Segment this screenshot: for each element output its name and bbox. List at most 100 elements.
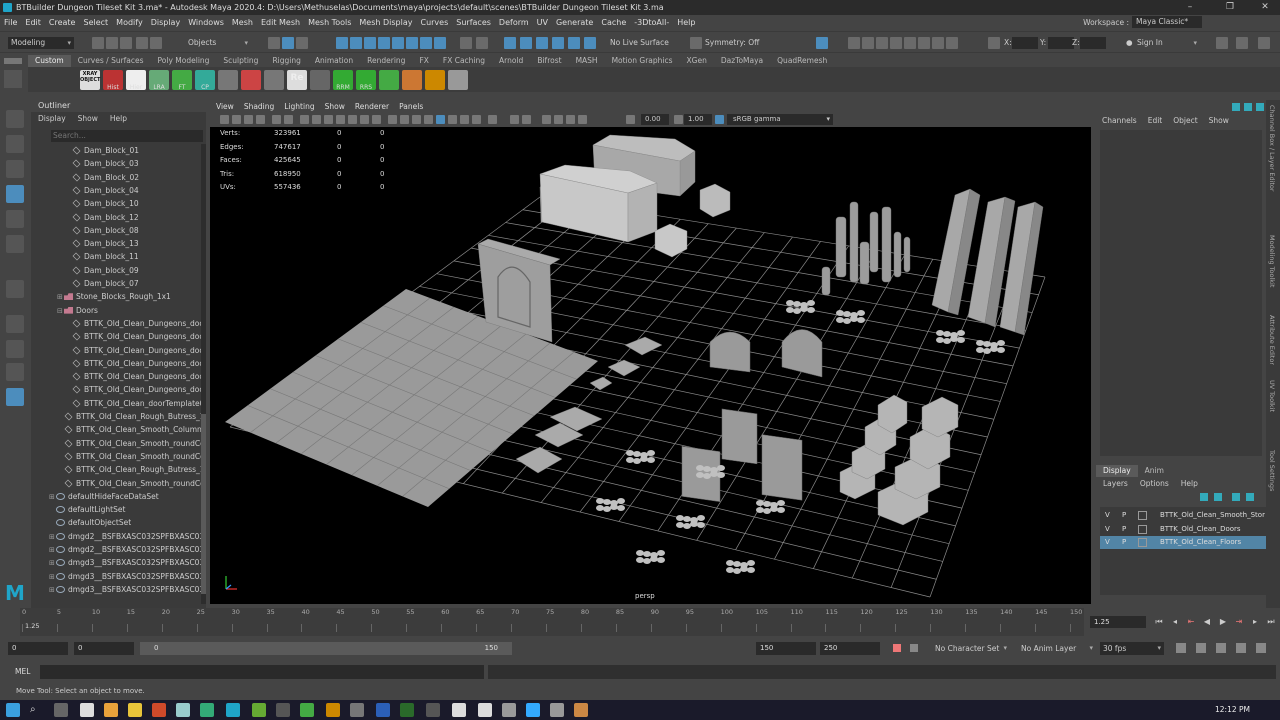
outliner-item[interactable]: Dam_block_13 [65, 237, 139, 250]
viewport-menu-view[interactable]: View [210, 100, 238, 113]
outliner-item[interactable]: Dam_block_08 [65, 224, 139, 237]
brave-icon[interactable] [152, 703, 166, 717]
command-input[interactable] [40, 665, 484, 679]
shelf-tab-mash[interactable]: MASH [569, 55, 605, 67]
expand-icon[interactable]: ⊟ [57, 305, 64, 318]
gamma-icon[interactable] [674, 115, 683, 124]
layer-visibility-toggle[interactable]: V [1105, 509, 1110, 522]
shelf-tab-sculpting[interactable]: Sculpting [216, 55, 265, 67]
layer-color-swatch[interactable] [1138, 538, 1147, 547]
outliner-item[interactable]: ⊞ Stone_Blocks_Rough_1x1 [57, 290, 171, 303]
snap-face-icon[interactable] [434, 37, 446, 49]
outliner-item[interactable]: ⊞ dmgd3__BSFBXASC032SPFBXASC032Bl [49, 556, 201, 569]
four-view-icon[interactable] [6, 340, 24, 358]
render-settings-icon[interactable] [536, 37, 548, 49]
live-surface-label[interactable]: No Live Surface [610, 37, 669, 49]
menu-set-dropdown[interactable]: Modeling [8, 37, 74, 49]
layout-four-icon[interactable] [904, 37, 916, 49]
layer-playback-toggle[interactable]: P [1122, 523, 1126, 536]
search-icon[interactable]: ⌕ [30, 703, 44, 717]
camera-select-icon[interactable] [220, 115, 229, 124]
sound-icon[interactable] [1196, 643, 1206, 653]
outliner-item[interactable]: BTTK_Old_Clean_Rough_Butress_1x5_ [57, 410, 201, 423]
select-tool-icon[interactable] [6, 110, 24, 128]
safe-action-icon[interactable] [360, 115, 369, 124]
render-view-icon[interactable] [568, 37, 580, 49]
symmetry-label[interactable]: Symmetry: Off [705, 37, 759, 49]
move-layer-down-icon[interactable] [1214, 493, 1222, 501]
menu-modify[interactable]: Modify [112, 15, 147, 30]
menu-display[interactable]: Display [147, 15, 185, 30]
outliner-item[interactable]: BTTK_Old_Clean_Smooth_roundColu [57, 437, 201, 450]
shelf-item-icon[interactable]: Hier [126, 70, 146, 91]
shadows-icon[interactable] [460, 115, 469, 124]
outliner-item[interactable]: Dam_block_04 [65, 184, 139, 197]
menu-create[interactable]: Create [45, 15, 80, 30]
app-icon[interactable] [502, 703, 516, 717]
xray-components-icon[interactable] [578, 115, 587, 124]
new-scene-icon[interactable] [92, 37, 104, 49]
grease-pencil-icon[interactable] [284, 115, 293, 124]
menu-curves[interactable]: Curves [416, 15, 452, 30]
app-icon[interactable] [550, 703, 564, 717]
layer-visibility-toggle[interactable]: V [1105, 536, 1110, 549]
shelf-tab-quadremesh[interactable]: QuadRemesh [770, 55, 834, 67]
minimize-button[interactable]: – [1175, 0, 1205, 15]
channel-box-content[interactable] [1100, 130, 1262, 456]
workspace-dropdown[interactable]: Maya Classic* [1132, 16, 1202, 28]
app-icon[interactable] [300, 703, 314, 717]
outliner-item[interactable]: ⊞ dmgd3__BSFBXASC032SPFBXASC032Bl [49, 583, 201, 596]
anim-layer-dropdown[interactable]: No Anim Layer [1018, 642, 1096, 655]
sign-in-dropdown[interactable]: Sign In [1134, 37, 1200, 49]
shelf-tab-bifrost[interactable]: Bifrost [530, 55, 568, 67]
outliner-search-input[interactable] [51, 130, 203, 142]
x-field[interactable] [1012, 37, 1038, 49]
layer-menu-options[interactable]: Options [1133, 478, 1174, 490]
snap-edge-icon[interactable] [420, 37, 432, 49]
shelf-item-icon[interactable]: RRS [356, 70, 376, 91]
photoshop-icon[interactable] [376, 703, 390, 717]
side-tab-modeling-toolkit[interactable]: Modeling Toolkit [1268, 235, 1276, 287]
view-transform-dropdown[interactable]: sRGB gamma [727, 114, 833, 125]
viewport[interactable]: Verts: 323961 0 0 Edges: 747617 0 0 Faces: 425645… [210, 127, 1091, 604]
layer-row[interactable]: V P BTTK_Old_Clean_Smooth_Stor [1100, 509, 1266, 522]
notepad-icon[interactable] [80, 703, 94, 717]
default-material-icon[interactable] [412, 115, 421, 124]
app-icon[interactable] [200, 703, 214, 717]
viewport-menu-show[interactable]: Show [319, 100, 349, 113]
symmetry-icon[interactable] [690, 37, 702, 49]
shelf-menu-icon[interactable] [4, 58, 22, 64]
outliner-item[interactable]: BTTK_Old_Clean_Smooth_ColumnBas [57, 423, 201, 436]
shelf-item-icon[interactable] [402, 70, 422, 90]
animation-end-field[interactable]: 250 [820, 642, 880, 655]
auto-key-icon[interactable] [893, 644, 901, 652]
film-gate-icon[interactable] [312, 115, 321, 124]
resolution-gate-icon[interactable] [324, 115, 333, 124]
outliner-menu-show[interactable]: Show [71, 112, 103, 125]
bookmark-icon[interactable] [244, 115, 253, 124]
menu-mesh-display[interactable]: Mesh Display [355, 15, 416, 30]
hypershade-icon[interactable] [552, 37, 564, 49]
pause-icon[interactable] [946, 37, 958, 49]
menu-mesh-tools[interactable]: Mesh Tools [304, 15, 355, 30]
snap-view-icon[interactable] [378, 37, 390, 49]
gamma-field[interactable]: 1.00 [684, 114, 712, 125]
image-plane-icon[interactable] [256, 115, 265, 124]
move-layer-up-icon[interactable] [1200, 493, 1208, 501]
select-object-icon[interactable] [282, 37, 294, 49]
snap-point-icon[interactable] [364, 37, 376, 49]
outliner-item[interactable]: BTTK_Old_Clean_Dungeons_door0 [65, 370, 201, 383]
ipr-render-icon[interactable] [520, 37, 532, 49]
step-forward-frame-button[interactable]: ▸ [1250, 617, 1260, 627]
viewport-menu-renderer[interactable]: Renderer [349, 100, 393, 113]
shelf-tab-fx[interactable]: FX [412, 55, 435, 67]
redo-icon[interactable] [150, 37, 162, 49]
layer-playback-toggle[interactable]: P [1122, 509, 1126, 522]
layout-single-icon[interactable] [890, 37, 902, 49]
channels-menu-object[interactable]: Object [1167, 115, 1202, 127]
side-tab-tool-settings[interactable]: Tool Settings [1268, 450, 1276, 491]
motion-blur-icon[interactable] [488, 115, 497, 124]
settings-icon[interactable] [1236, 37, 1248, 49]
snap-curve-icon[interactable] [350, 37, 362, 49]
outliner-item[interactable]: Dam_Block_02 [65, 171, 139, 184]
